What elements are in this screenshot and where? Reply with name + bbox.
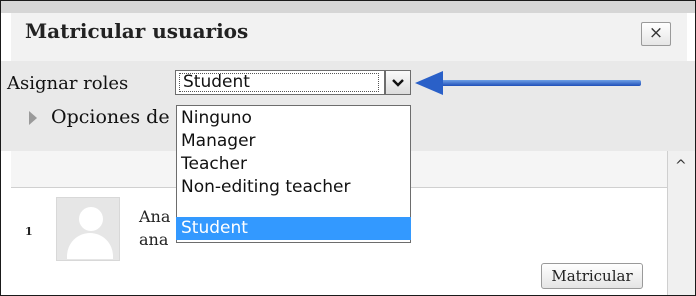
dialog-title: Matricular usuarios <box>25 19 249 43</box>
search-options-toggle[interactable]: Opciones de <box>51 106 170 128</box>
scroll-up-icon[interactable]: ^ <box>675 158 687 174</box>
top-strip <box>1 1 695 13</box>
user-email: ana <box>139 230 169 249</box>
avatar-head-icon <box>79 207 103 231</box>
roles-select-value[interactable]: Student <box>183 72 250 92</box>
annotation-arrow-icon <box>415 71 443 95</box>
dropdown-option-teacher[interactable]: Teacher <box>176 153 411 176</box>
screenshot-frame: Matricular usuarios × Asignar roles Stud… <box>0 0 696 296</box>
enrol-button[interactable]: Matricular <box>541 263 643 289</box>
dropdown-option-ninguno[interactable]: Ninguno <box>176 107 411 130</box>
annotation-arrow-shaft <box>441 80 641 86</box>
chevron-down-icon[interactable] <box>385 70 411 95</box>
expand-triangle-icon[interactable] <box>29 111 37 125</box>
dropdown-option-student[interactable]: Student <box>176 217 411 240</box>
close-button[interactable]: × <box>641 22 671 46</box>
row-number: 1 <box>25 225 33 238</box>
user-name: Ana <box>139 207 171 226</box>
dropdown-option-non-editing-teacher[interactable]: Non-editing teacher <box>176 176 411 199</box>
assign-roles-label: Asignar roles <box>7 73 129 94</box>
dropdown-option-manager[interactable]: Manager <box>176 130 411 153</box>
